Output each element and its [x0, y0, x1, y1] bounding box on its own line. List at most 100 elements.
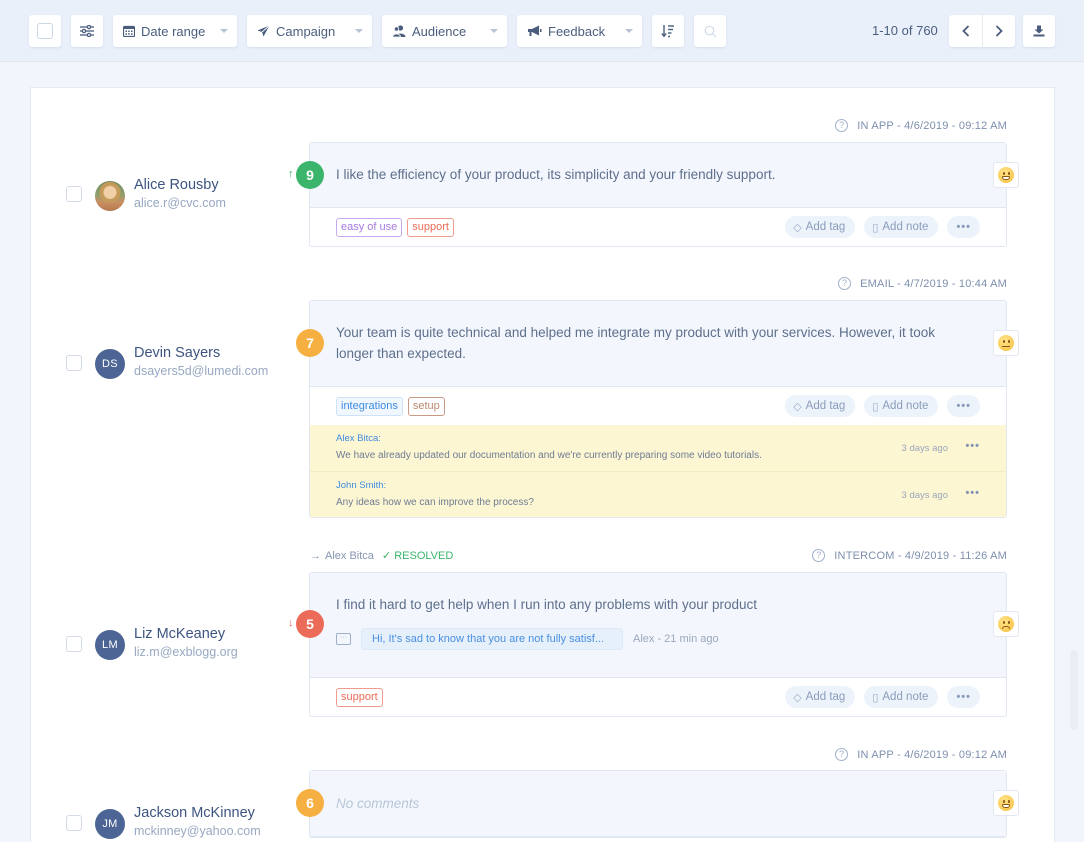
date-range-label: Date range	[141, 23, 206, 39]
more-options-button[interactable]: •••	[947, 686, 980, 708]
tag[interactable]: easy of use	[336, 218, 403, 237]
next-page-button[interactable]	[982, 15, 1015, 47]
more-options-button[interactable]: •••	[947, 216, 980, 238]
feedback-dropdown[interactable]: Feedback	[517, 15, 642, 47]
tag-list: support	[336, 688, 383, 707]
feedback-text: I like the efficiency of your product, i…	[336, 167, 776, 182]
filter-settings-button[interactable]	[71, 15, 103, 47]
note-icon: ▯	[872, 221, 879, 234]
user-email: liz.m@exblogg.org	[134, 645, 238, 659]
row-checkbox[interactable]	[66, 636, 82, 652]
note-item: Alex Bitca: We have already updated our …	[310, 425, 1006, 471]
entry-meta: ? INTERCOM - 4/9/2019 - 11:26 AM	[812, 549, 1007, 562]
user-name[interactable]: Devin Sayers	[134, 345, 220, 361]
feedback-body: ↑ 9 I like the efficiency of your produc…	[288, 143, 1019, 208]
row-checkbox[interactable]	[66, 815, 82, 831]
user-email: dsayers5d@lumedi.com	[134, 364, 269, 378]
sentiment-button[interactable]	[993, 330, 1019, 356]
nps-score-badge: 5	[296, 610, 324, 638]
add-note-label: Add note	[882, 691, 929, 703]
feedback-card: 6 No comments	[296, 770, 1019, 838]
status-label: RESOLVED	[394, 550, 454, 562]
date-range-dropdown[interactable]: Date range	[113, 15, 237, 47]
card-footer: integrations setup ◇ Add tag ▯ Add note ••…	[310, 387, 1006, 425]
entry-meta: ? EMAIL - 4/7/2019 - 10:44 AM	[838, 277, 1007, 290]
sentiment-button[interactable]	[993, 162, 1019, 188]
card-actions: ◇ Add tag ▯ Add note •••	[785, 216, 980, 238]
entry-meta: ? IN APP - 4/6/2019 - 09:12 AM	[835, 748, 1007, 761]
tag-list: easy of use support	[336, 218, 454, 237]
sentiment-button[interactable]	[993, 790, 1019, 816]
chevron-down-icon	[355, 29, 363, 33]
avatar: JM	[95, 809, 125, 839]
tag-icon: ◇	[793, 221, 802, 234]
question-bubble-icon: ?	[835, 119, 849, 132]
add-tag-label: Add tag	[805, 221, 846, 233]
avatar: DS	[95, 349, 125, 379]
avatar: LM	[95, 630, 125, 660]
avatar	[95, 181, 125, 211]
feedback-card: ↓ 5 I find it hard to get help when I ru…	[288, 572, 1019, 717]
feedback-card: 7 Your team is quite technical and helpe…	[296, 300, 1019, 518]
user-name[interactable]: Jackson McKinney	[134, 805, 255, 821]
user-email: mckinney@yahoo.com	[134, 824, 261, 838]
audience-dropdown[interactable]: Audience	[382, 15, 507, 47]
campaign-label: Campaign	[276, 23, 336, 39]
sort-button[interactable]	[652, 15, 684, 47]
tag[interactable]: support	[407, 218, 454, 237]
add-note-button[interactable]: ▯ Add note	[864, 686, 939, 708]
select-all-checkbox[interactable]	[29, 15, 61, 47]
export-button[interactable]	[1023, 15, 1055, 47]
feedback-text: Your team is quite technical and helped …	[336, 325, 936, 361]
search-button[interactable]	[694, 15, 726, 47]
chevron-down-icon	[490, 29, 498, 33]
row-checkbox[interactable]	[66, 186, 82, 202]
note-text: Any ideas how we can improve the process…	[336, 497, 534, 508]
feedback-body: ↓ 5 I find it hard to get help when I ru…	[288, 573, 1019, 678]
add-tag-button[interactable]: ◇ Add tag	[785, 395, 856, 417]
resolved-badge: ✓ RESOLVED	[382, 549, 453, 562]
tag[interactable]: support	[336, 688, 383, 707]
feedback-list-panel: ? IN APP - 4/6/2019 - 09:12 AM Alice Rou…	[30, 87, 1055, 842]
feedback-text: No comments	[336, 796, 420, 811]
chevron-down-icon	[220, 29, 228, 33]
tag[interactable]: integrations	[336, 397, 403, 416]
card-actions: ◇ Add tag ▯ Add note •••	[785, 686, 980, 708]
note-options-button[interactable]: •••	[965, 440, 980, 452]
add-tag-button[interactable]: ◇ Add tag	[785, 686, 856, 708]
assignee-name[interactable]: Alex Bitca	[325, 550, 374, 562]
note-options-button[interactable]: •••	[965, 487, 980, 499]
grinning-face-icon	[998, 167, 1014, 183]
campaign-dropdown[interactable]: Campaign	[247, 15, 372, 47]
add-tag-button[interactable]: ◇ Add tag	[785, 216, 856, 238]
reply-preview[interactable]: Hi, It's sad to know that you are not fu…	[361, 628, 623, 650]
user-name[interactable]: Liz McKeaney	[134, 626, 225, 642]
previous-page-button[interactable]	[949, 15, 982, 47]
feedback-card: ↑ 9 I like the efficiency of your produc…	[288, 142, 1019, 247]
toolbar: Date range Campaign Audience Feedback 1-…	[0, 0, 1084, 62]
note-time: 3 days ago	[901, 443, 948, 454]
card-actions: ◇ Add tag ▯ Add note •••	[785, 395, 980, 417]
add-tag-label: Add tag	[805, 691, 846, 703]
add-tag-label: Add tag	[805, 400, 846, 412]
source-timestamp: EMAIL - 4/7/2019 - 10:44 AM	[860, 277, 1007, 290]
note-item: John Smith: Any ideas how we can improve…	[310, 471, 1006, 517]
question-bubble-icon: ?	[812, 549, 826, 562]
nps-score-badge: 6	[296, 789, 324, 817]
user-name[interactable]: Alice Rousby	[134, 177, 219, 193]
arrow-right-icon: →	[310, 549, 321, 562]
add-note-button[interactable]: ▯ Add note	[864, 216, 939, 238]
note-icon: ▯	[872, 691, 879, 704]
reply-meta: Alex - 21 min ago	[633, 633, 719, 645]
trend-down-icon: ↓	[288, 617, 294, 629]
more-options-button[interactable]: •••	[947, 395, 980, 417]
sentiment-button[interactable]	[993, 611, 1019, 637]
nps-score-badge: 7	[296, 329, 324, 357]
scrollbar[interactable]	[1070, 650, 1078, 730]
assignment-status: → Alex Bitca ✓ RESOLVED	[310, 549, 453, 563]
sliders-icon	[80, 25, 94, 37]
tag[interactable]: setup	[407, 397, 445, 416]
add-note-button[interactable]: ▯ Add note	[864, 395, 939, 417]
sad-face-icon	[998, 616, 1014, 632]
row-checkbox[interactable]	[66, 355, 82, 371]
